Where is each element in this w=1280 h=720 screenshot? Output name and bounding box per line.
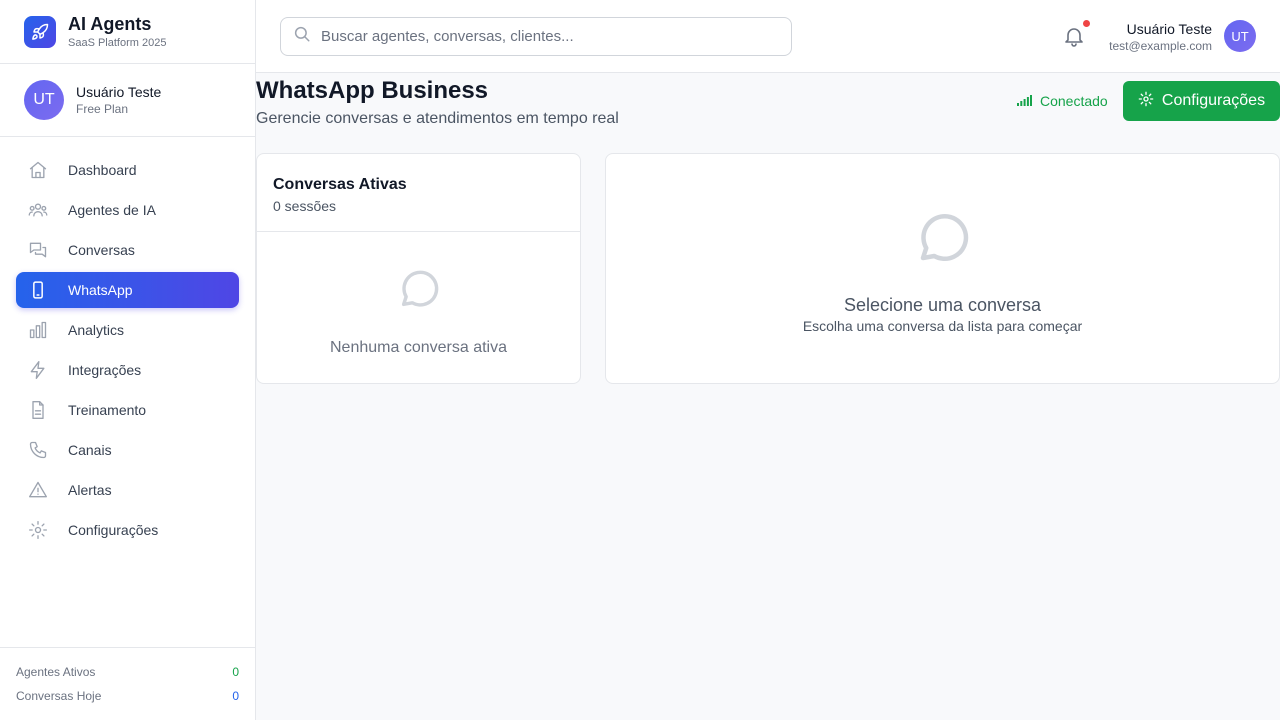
active-conversations-card: Conversas Ativas 0 sessões Nenhuma conve…	[256, 153, 581, 384]
page-subtitle: Gerencie conversas e atendimentos em tem…	[256, 110, 619, 127]
connection-status: Conectado	[1017, 93, 1108, 109]
empty-state: Nenhuma conversa ativa	[257, 232, 580, 357]
sidebar-item-alerts[interactable]: Alertas	[16, 472, 239, 508]
settings-button[interactable]: Configurações	[1123, 81, 1280, 121]
sidebar-item-whatsapp[interactable]: WhatsApp	[16, 272, 239, 308]
sidebar-item-label: Configurações	[68, 522, 159, 538]
sidebar-item-label: Alertas	[68, 482, 112, 498]
gear-icon	[1138, 91, 1154, 112]
users-icon	[28, 200, 48, 220]
sidebar-stats: Agentes Ativos 0 Conversas Hoje 0	[0, 647, 255, 720]
header-user-name: Usuário Teste	[1126, 21, 1212, 37]
sidebar-item-integrations[interactable]: Integrações	[16, 352, 239, 388]
sidebar-item-label: Integrações	[68, 362, 142, 378]
sidebar-item-channels[interactable]: Canais	[16, 432, 239, 468]
notification-dot	[1083, 20, 1090, 27]
settings-button-label: Configurações	[1161, 92, 1266, 109]
top-header: Usuário Teste test@example.com UT	[256, 0, 1280, 73]
brand: AI Agents SaaS Platform 2025	[0, 0, 255, 64]
session-count: 0 sessões	[273, 198, 337, 214]
stat-value: 0	[232, 665, 239, 679]
sidebar-item-training[interactable]: Treinamento	[16, 392, 239, 428]
stat-value: 0	[232, 689, 239, 703]
search-box[interactable]	[280, 17, 792, 56]
user-plan: Free Plan	[76, 102, 129, 116]
message-circle-icon	[913, 208, 973, 273]
detail-subtitle: Escolha uma conversa da lista para começ…	[802, 318, 1083, 334]
conversation-detail-card: Selecione uma conversa Escolha uma conve…	[605, 153, 1280, 384]
card-header: Conversas Ativas 0 sessões	[257, 154, 580, 232]
user-card[interactable]: UT Usuário Teste Free Plan	[0, 64, 255, 137]
stat-label: Agentes Ativos	[16, 665, 96, 679]
sidebar-item-settings[interactable]: Configurações	[16, 512, 239, 548]
sidebar-item-label: Agentes de IA	[68, 202, 156, 218]
sidebar: AI Agents SaaS Platform 2025 UT Usuário …	[0, 0, 256, 720]
rocket-icon	[24, 15, 56, 48]
empty-state-text: Nenhuma conversa ativa	[330, 339, 507, 356]
status-label: Conectado	[1040, 93, 1108, 109]
sidebar-item-label: Canais	[68, 442, 112, 458]
message-circle-icon	[396, 266, 442, 317]
signal-icon	[1017, 93, 1032, 109]
sidebar-item-agents[interactable]: Agentes de IA	[16, 192, 239, 228]
sidebar-item-label: Treinamento	[68, 402, 147, 418]
sidebar-item-label: Analytics	[68, 322, 125, 338]
chat-bubbles-icon	[28, 240, 48, 260]
sidebar-nav: Dashboard Agentes de IA Conversas WhatsA…	[16, 152, 239, 552]
sidebar-item-dashboard[interactable]: Dashboard	[16, 152, 239, 188]
detail-title: Selecione uma conversa	[843, 295, 1042, 315]
avatar[interactable]: UT	[1224, 20, 1256, 52]
smartphone-icon	[28, 280, 48, 300]
sidebar-item-label: WhatsApp	[68, 282, 133, 298]
file-text-icon	[28, 400, 48, 420]
sidebar-item-conversations[interactable]: Conversas	[16, 232, 239, 268]
card-title: Conversas Ativas	[273, 176, 407, 193]
page-title: WhatsApp Business	[256, 77, 489, 104]
avatar: UT	[24, 80, 64, 120]
stat-conversations-today: Conversas Hoje 0	[16, 684, 239, 708]
search-icon	[293, 25, 311, 48]
bell-icon[interactable]	[1062, 20, 1090, 48]
home-icon	[28, 160, 48, 180]
stat-active-agents: Agentes Ativos 0	[16, 660, 239, 684]
sidebar-item-label: Dashboard	[68, 162, 137, 178]
sidebar-item-label: Conversas	[68, 242, 135, 258]
header-user[interactable]: Usuário Teste test@example.com	[1109, 20, 1212, 54]
alert-triangle-icon	[28, 480, 48, 500]
sidebar-item-analytics[interactable]: Analytics	[16, 312, 239, 348]
header-user-email: test@example.com	[1109, 39, 1212, 53]
gear-icon	[28, 520, 48, 540]
stat-label: Conversas Hoje	[16, 689, 102, 703]
phone-icon	[28, 440, 48, 460]
user-name: Usuário Teste	[76, 84, 162, 100]
zap-icon	[28, 360, 48, 380]
bar-chart-icon	[28, 320, 48, 340]
app-subtitle: SaaS Platform 2025	[68, 36, 167, 49]
search-input[interactable]	[321, 28, 761, 45]
app-title: AI Agents	[68, 13, 152, 34]
